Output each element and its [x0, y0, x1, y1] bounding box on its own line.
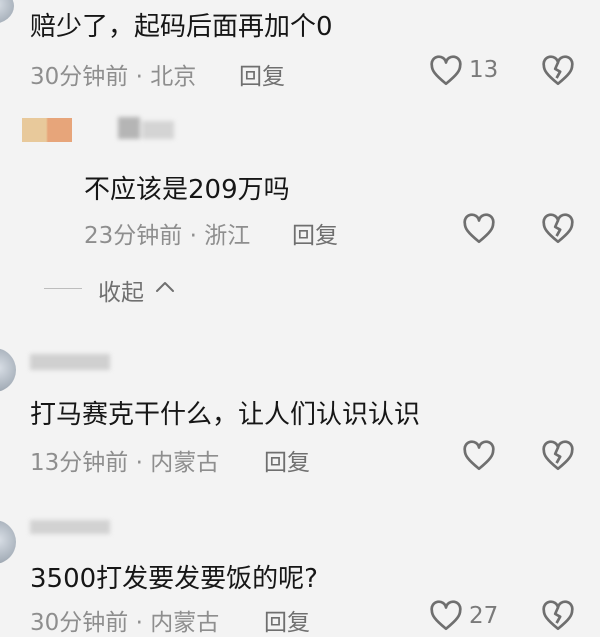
heart-outline-icon[interactable]: [429, 55, 463, 87]
like-count: 27: [469, 603, 499, 629]
broken-heart-icon[interactable]: [541, 55, 575, 87]
reply-button[interactable]: 回复: [264, 603, 310, 637]
comment-text: 打马赛克干什么，让人们认识认识: [30, 400, 421, 430]
broken-heart-icon[interactable]: [541, 600, 575, 632]
avatar[interactable]: [0, 0, 14, 24]
username[interactable]: [30, 354, 110, 370]
reply-button[interactable]: 回复: [239, 57, 285, 91]
collapse-divider: [44, 288, 82, 289]
reply-button[interactable]: 回复: [292, 216, 338, 250]
heart-outline-icon[interactable]: [462, 440, 496, 472]
reply-button[interactable]: 回复: [264, 443, 310, 477]
like-count: 13: [469, 57, 499, 83]
broken-heart-icon[interactable]: [541, 213, 575, 245]
avatar[interactable]: [0, 348, 16, 392]
comment-meta: 23分钟前 · 浙江: [84, 223, 251, 249]
broken-heart-icon[interactable]: [541, 440, 575, 472]
collapse-label: 收起: [98, 280, 144, 306]
heart-outline-icon[interactable]: [429, 600, 463, 632]
username[interactable]: [30, 520, 110, 534]
comment-text: 不应该是209万吗: [84, 175, 290, 205]
collapse-button[interactable]: 收起: [98, 273, 174, 307]
comment-text: 3500打发要发要饭的呢?: [30, 564, 318, 594]
chevron-up-icon: [154, 279, 176, 295]
comment-meta: 13分钟前 · 内蒙古: [30, 450, 220, 476]
comment-text: 赔少了，起码后面再加个0: [30, 12, 333, 42]
avatar[interactable]: [0, 520, 16, 564]
comment-meta: 30分钟前 · 内蒙古: [30, 610, 220, 636]
username[interactable]: [118, 117, 178, 141]
avatar[interactable]: [22, 118, 72, 142]
comment-meta: 30分钟前 · 北京: [30, 64, 197, 90]
heart-outline-icon[interactable]: [462, 213, 496, 245]
